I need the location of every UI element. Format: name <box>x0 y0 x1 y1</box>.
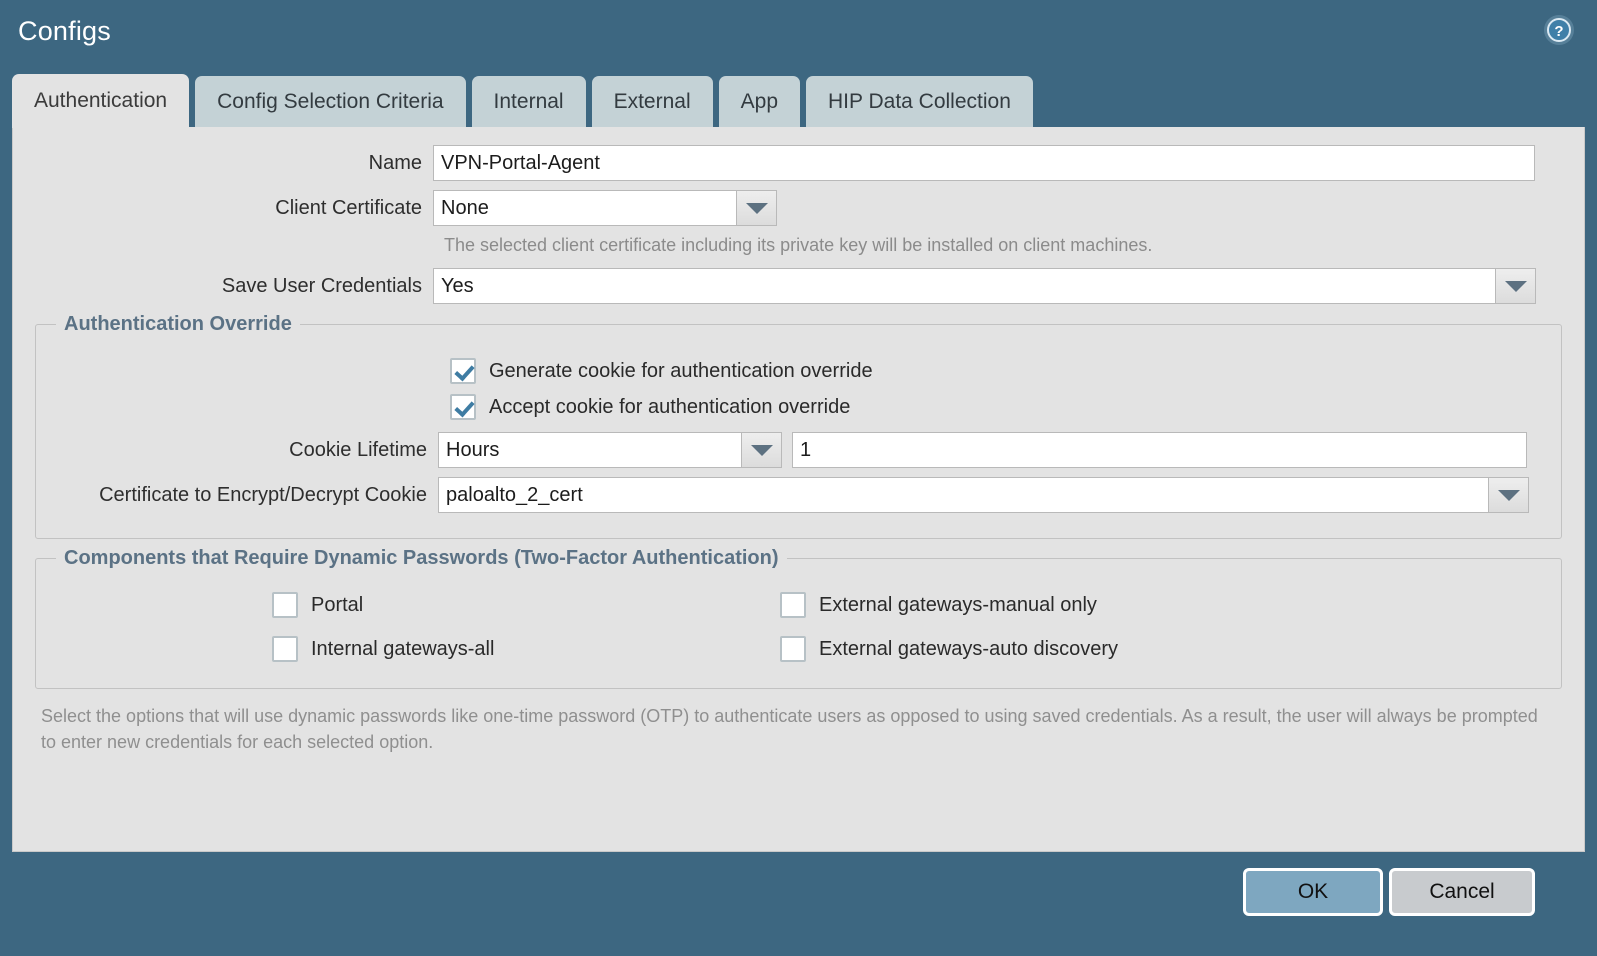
external-gateways-auto-checkbox[interactable] <box>780 636 806 662</box>
generate-cookie-row: Generate cookie for authentication overr… <box>50 358 1547 384</box>
client-certificate-input[interactable] <box>433 190 736 226</box>
tab-label: Internal <box>494 90 564 114</box>
authentication-tab-panel: Name Client Certificate The selected cli… <box>12 127 1585 852</box>
internal-gateways-all-row: Internal gateways-all <box>272 636 780 662</box>
external-gateways-manual-row: External gateways-manual only <box>780 592 1118 618</box>
external-gateways-manual-checkbox[interactable] <box>780 592 806 618</box>
client-certificate-label: Client Certificate <box>35 197 433 220</box>
save-user-credentials-label: Save User Credentials <box>35 275 433 298</box>
tab-label: App <box>741 90 778 114</box>
tab-internal[interactable]: Internal <box>472 76 586 128</box>
dialog-title: Configs <box>18 16 111 47</box>
cookie-lifetime-row: Cookie Lifetime <box>50 432 1547 468</box>
tab-bar: Authentication Config Selection Criteria… <box>12 74 1033 128</box>
cookie-lifetime-label: Cookie Lifetime <box>50 439 438 462</box>
two-factor-options-right: External gateways-manual only External g… <box>780 584 1118 672</box>
client-certificate-hint: The selected client certificate includin… <box>444 235 1562 256</box>
generate-cookie-checkbox[interactable] <box>450 358 476 384</box>
chevron-down-icon[interactable] <box>736 190 777 226</box>
portal-label: Portal <box>311 594 363 617</box>
dialog-titlebar: Configs ? <box>0 0 1597 70</box>
cookie-lifetime-value-input[interactable] <box>792 432 1527 468</box>
save-user-credentials-combo[interactable] <box>433 268 1536 304</box>
ok-button-label: OK <box>1298 880 1328 904</box>
name-row: Name <box>35 145 1562 181</box>
accept-cookie-label: Accept cookie for authentication overrid… <box>489 396 850 419</box>
generate-cookie-label: Generate cookie for authentication overr… <box>489 360 873 383</box>
authentication-override-group: Authentication Override Generate cookie … <box>35 313 1562 539</box>
chevron-down-icon[interactable] <box>741 432 782 468</box>
ok-button[interactable]: OK <box>1243 868 1383 916</box>
cancel-button[interactable]: Cancel <box>1389 868 1535 916</box>
external-gateways-auto-label: External gateways-auto discovery <box>819 638 1118 661</box>
name-label: Name <box>35 152 433 175</box>
configs-dialog: Configs ? Authentication Config Selectio… <box>0 0 1597 956</box>
authentication-override-legend: Authentication Override <box>56 313 300 336</box>
portal-row: Portal <box>272 592 780 618</box>
svg-text:?: ? <box>1554 23 1563 40</box>
save-user-credentials-input[interactable] <box>433 268 1495 304</box>
portal-checkbox[interactable] <box>272 592 298 618</box>
tab-label: Config Selection Criteria <box>217 90 443 114</box>
certificate-encrypt-decrypt-combo[interactable] <box>438 477 1529 513</box>
two-factor-options-left: Portal Internal gateways-all <box>50 584 780 672</box>
certificate-encrypt-decrypt-label: Certificate to Encrypt/Decrypt Cookie <box>50 484 438 507</box>
external-gateways-auto-row: External gateways-auto discovery <box>780 636 1118 662</box>
name-input[interactable] <box>433 145 1535 181</box>
tab-label: External <box>614 90 691 114</box>
accept-cookie-row: Accept cookie for authentication overrid… <box>50 394 1547 420</box>
two-factor-footnote: Select the options that will use dynamic… <box>35 703 1562 755</box>
external-gateways-manual-label: External gateways-manual only <box>819 594 1097 617</box>
dialog-button-bar: OK Cancel <box>0 852 1597 956</box>
two-factor-group: Components that Require Dynamic Password… <box>35 547 1562 689</box>
chevron-down-icon[interactable] <box>1488 477 1529 513</box>
tab-app[interactable]: App <box>719 76 800 128</box>
save-user-credentials-row: Save User Credentials <box>35 268 1562 304</box>
chevron-down-icon[interactable] <box>1495 268 1536 304</box>
client-certificate-row: Client Certificate <box>35 190 1562 226</box>
cancel-button-label: Cancel <box>1429 880 1494 904</box>
tab-hip-data-collection[interactable]: HIP Data Collection <box>806 76 1033 128</box>
client-certificate-combo[interactable] <box>433 190 777 226</box>
internal-gateways-all-label: Internal gateways-all <box>311 638 494 661</box>
two-factor-legend: Components that Require Dynamic Password… <box>56 547 787 570</box>
internal-gateways-all-checkbox[interactable] <box>272 636 298 662</box>
tab-config-selection-criteria[interactable]: Config Selection Criteria <box>195 76 465 128</box>
tab-external[interactable]: External <box>592 76 713 128</box>
tab-label: Authentication <box>34 89 167 113</box>
two-factor-options: Portal Internal gateways-all External ga… <box>50 584 1547 672</box>
tab-label: HIP Data Collection <box>828 90 1011 114</box>
certificate-encrypt-decrypt-input[interactable] <box>438 477 1488 513</box>
accept-cookie-checkbox[interactable] <box>450 394 476 420</box>
cookie-lifetime-unit-input[interactable] <box>438 432 741 468</box>
cookie-lifetime-unit-combo[interactable] <box>438 432 782 468</box>
certificate-encrypt-decrypt-row: Certificate to Encrypt/Decrypt Cookie <box>50 477 1547 513</box>
help-circle-icon[interactable]: ? <box>1543 14 1575 46</box>
tab-authentication[interactable]: Authentication <box>12 74 189 128</box>
